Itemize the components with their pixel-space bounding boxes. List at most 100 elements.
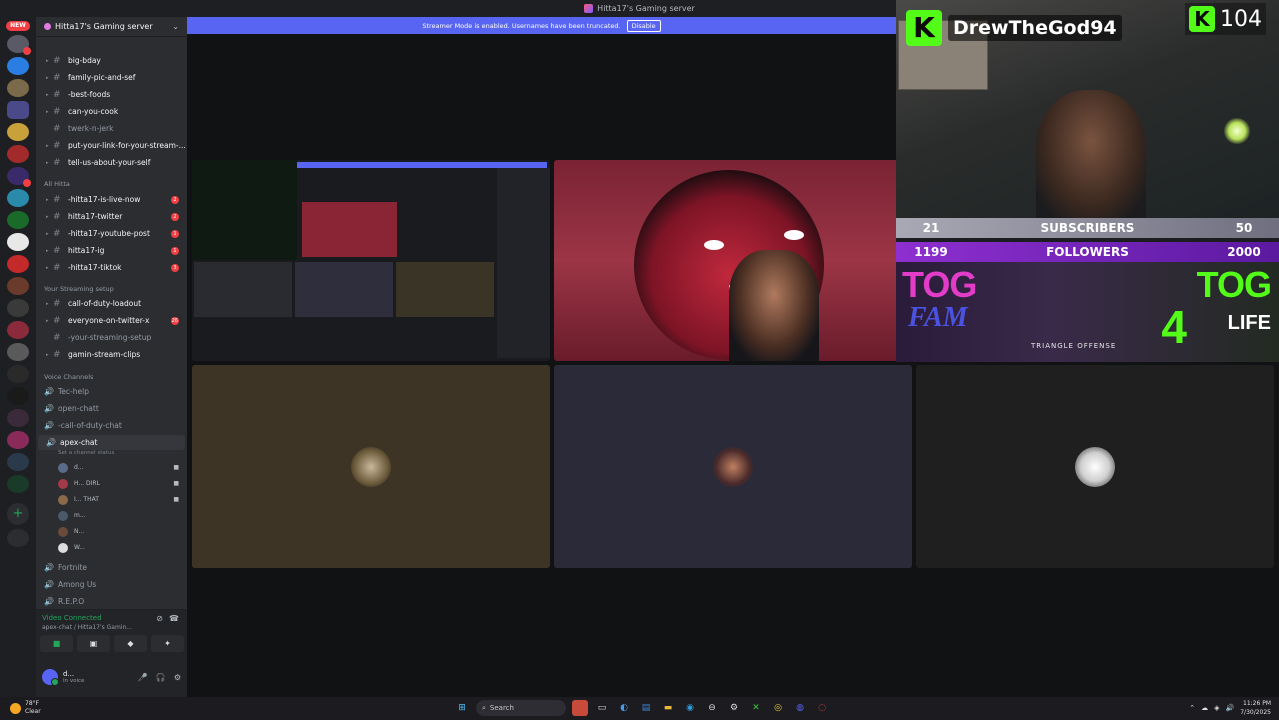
server-icon[interactable] — [7, 343, 29, 361]
video-tile-camera[interactable] — [554, 160, 912, 361]
server-icon[interactable] — [7, 57, 29, 75]
avatar[interactable] — [42, 669, 59, 686]
server-icon[interactable] — [7, 453, 29, 471]
server-icon[interactable] — [7, 145, 29, 163]
copilot-icon[interactable]: ◐ — [616, 700, 632, 716]
category-all-hitta[interactable]: All Hitta — [44, 180, 70, 188]
voice-channel-item[interactable]: 🔊 Tec-help — [36, 384, 187, 399]
channel-item[interactable]: ▸ # call-of-duty-loadout — [36, 296, 187, 311]
microphone-icon[interactable]: 🎤 — [138, 673, 148, 682]
chevron-down-icon[interactable]: ⌄ — [172, 22, 179, 31]
weather-widget[interactable]: 78°F Clear — [10, 700, 41, 716]
xbox-icon[interactable]: ✕ — [748, 700, 764, 716]
voice-user[interactable]: W... — [58, 540, 183, 555]
server-icon[interactable] — [7, 277, 29, 295]
video-tile-avatar[interactable] — [554, 365, 912, 568]
noise-suppression-icon[interactable]: ⊘ — [156, 614, 163, 623]
camera-icon: ■ — [173, 480, 179, 487]
channel-item[interactable]: ▸ # -best-foods — [36, 87, 187, 102]
category-voice-channels[interactable]: Voice Channels — [44, 373, 93, 381]
server-icon[interactable] — [7, 123, 29, 141]
video-tile-avatar[interactable] — [192, 365, 550, 568]
voice-user[interactable]: N... — [58, 524, 183, 539]
task-view-icon[interactable]: ▭ — [594, 700, 610, 716]
voice-location[interactable]: apex-chat / Hitta17's Gamin... — [42, 624, 132, 631]
new-badge[interactable]: NEW — [6, 21, 30, 31]
headphones-icon[interactable]: 🎧 — [156, 673, 166, 682]
onedrive-icon[interactable]: ☁ — [1201, 704, 1208, 712]
settings-icon[interactable]: ⚙ — [726, 700, 742, 716]
channel-item[interactable]: ▸ # can-you-cook — [36, 104, 187, 119]
discover-icon[interactable] — [7, 529, 29, 547]
channel-item[interactable]: ▸ # put-your-link-for-your-stream-... — [36, 138, 187, 153]
clock[interactable]: 11:26 PM 7/30/2025 — [1240, 699, 1271, 717]
category-streaming-setup[interactable]: Your Streaming setup — [44, 285, 114, 293]
server-icon[interactable] — [7, 211, 29, 229]
channel-item[interactable]: ▸ # hitta17-twitter 2 — [36, 209, 187, 224]
channel-item[interactable]: ▸ # tell-us-about-your-self — [36, 155, 187, 170]
voice-channel-item[interactable]: 🔊 R.E.P.O — [36, 594, 187, 609]
channel-item[interactable]: ▸ # family-pic-and-sef — [36, 70, 187, 85]
search-box[interactable]: ⌕ Search — [476, 700, 566, 716]
server-icon[interactable] — [7, 409, 29, 427]
voice-channel-item[interactable]: 🔊 Among Us — [36, 577, 187, 592]
screen-share-button[interactable]: ▣ — [77, 635, 110, 652]
chrome-icon[interactable]: ◎ — [770, 700, 786, 716]
file-explorer-icon[interactable]: ▬ — [660, 700, 676, 716]
follower-goal: 2000 — [1227, 245, 1261, 259]
media-icon[interactable]: ⊖ — [704, 700, 720, 716]
volume-icon[interactable]: 🔊 — [1226, 704, 1235, 712]
server-header[interactable]: Hitta17's Gaming server ⌄ — [36, 17, 187, 37]
mention-count-badge: 26 — [170, 316, 179, 325]
camera-button[interactable]: ■ — [40, 635, 73, 652]
voice-channel-active[interactable]: 🔊 apex-chat — [38, 435, 185, 450]
voice-user[interactable]: d... ■ — [58, 460, 183, 475]
discord-icon[interactable]: ◍ — [792, 700, 808, 716]
server-icon[interactable] — [7, 365, 29, 383]
channel-item[interactable]: ▸ # gamin-stream-clips — [36, 347, 187, 362]
disable-button[interactable]: Disable — [626, 19, 661, 32]
server-icon[interactable] — [7, 255, 29, 273]
server-icon[interactable] — [7, 475, 29, 493]
server-icon[interactable] — [7, 431, 29, 449]
shoe-widget-icon[interactable] — [572, 700, 588, 716]
gear-icon[interactable]: ⚙ — [174, 673, 181, 682]
video-tile-screenshare[interactable] — [192, 160, 550, 361]
server-icon[interactable] — [7, 167, 31, 187]
channel-item[interactable]: ▸ # hitta17-ig 1 — [36, 243, 187, 258]
store-icon[interactable]: ▤ — [638, 700, 654, 716]
server-icon[interactable] — [7, 233, 29, 251]
server-icon[interactable] — [7, 79, 29, 97]
channel-item[interactable]: # -your-streaming-setup — [36, 330, 187, 345]
server-icon[interactable] — [7, 299, 29, 317]
channel-item[interactable]: ▸ # everyone-on-twitter-x 26 — [36, 313, 187, 328]
server-icon[interactable] — [7, 321, 29, 339]
server-icon[interactable] — [7, 35, 31, 55]
channel-item[interactable]: ▸ # -hitta17-is-live-now 2 — [36, 192, 187, 207]
obs-icon[interactable]: ◌ — [814, 700, 830, 716]
voice-user[interactable]: m... — [58, 508, 183, 523]
network-icon[interactable]: ◈ — [1214, 704, 1219, 712]
voice-user[interactable]: H... DIRL ■ — [58, 476, 183, 491]
add-server-button[interactable]: + — [7, 503, 29, 525]
voice-user[interactable]: I... THAT ■ — [58, 492, 183, 507]
disconnect-icon[interactable]: ☎ — [169, 614, 179, 623]
activity-button[interactable]: ◆ — [114, 635, 147, 652]
channel-item[interactable]: ▸ # -hitta17-youtube-post 1 — [36, 226, 187, 241]
voice-channel-item[interactable]: 🔊 open-chatt — [36, 401, 187, 416]
channel-item[interactable]: # twerk-n-jerk — [36, 121, 187, 136]
server-icon[interactable] — [7, 387, 29, 405]
channel-item[interactable]: ▸ # big-bday — [36, 53, 187, 68]
server-icon[interactable] — [7, 101, 29, 119]
server-icon[interactable] — [7, 189, 29, 207]
chevron-up-icon[interactable]: ⌃ — [1189, 704, 1195, 712]
channel-status[interactable]: Set a channel status — [58, 450, 114, 456]
video-tile-avatar[interactable] — [916, 365, 1274, 568]
channel-item[interactable]: ▸ # -hitta17-tiktok 3 — [36, 260, 187, 275]
voice-channel-label: R.E.P.O — [58, 597, 85, 606]
edge-icon[interactable]: ◉ — [682, 700, 698, 716]
voice-channel-item[interactable]: 🔊 -call-of-duty-chat — [36, 418, 187, 433]
windows-start-icon[interactable]: ⊞ — [454, 700, 470, 716]
voice-channel-item[interactable]: 🔊 Fortnite — [36, 560, 187, 575]
soundboard-button[interactable]: ✦ — [151, 635, 184, 652]
